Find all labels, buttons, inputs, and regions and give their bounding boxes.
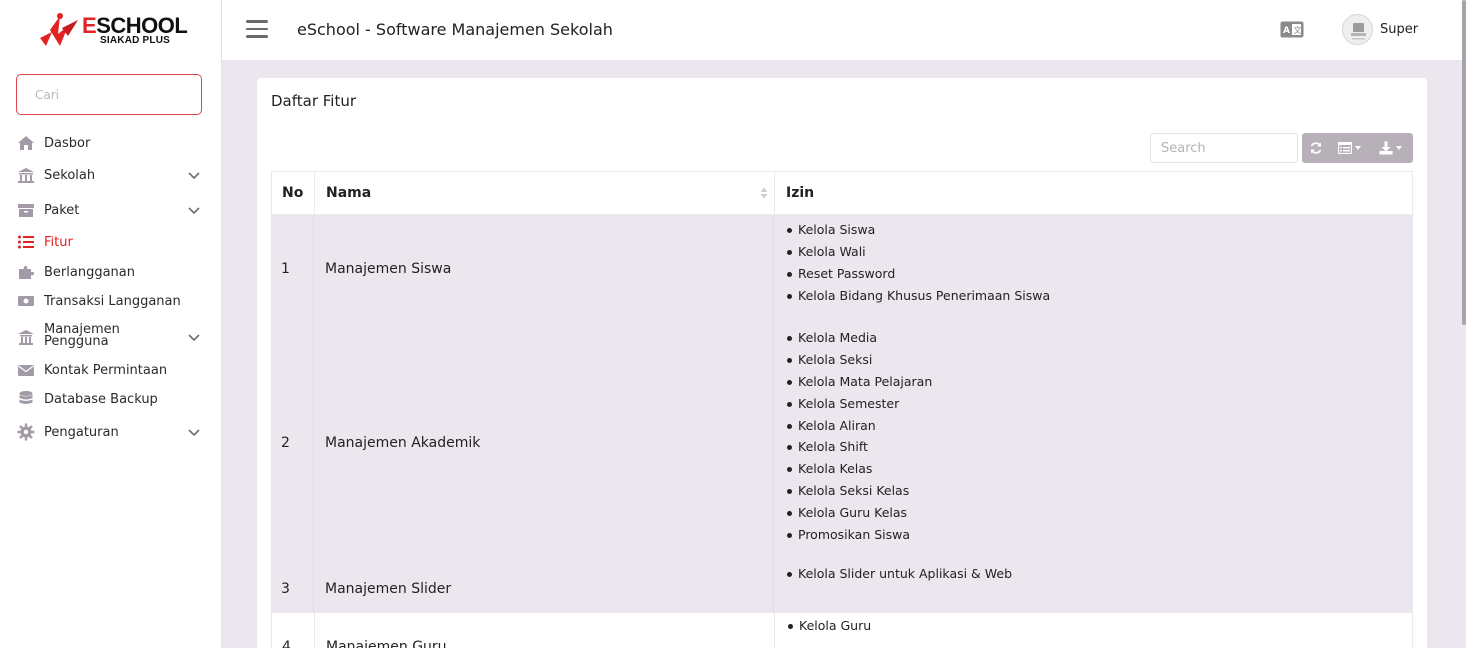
column-header-izin[interactable]: Izin — [786, 172, 814, 214]
puzzle-icon — [17, 263, 35, 281]
list-item: Kelola Slider untuk Aplikasi & Web — [786, 563, 1012, 585]
top-header: eSchool - Software Manajemen Sekolah A 文… — [222, 0, 1466, 60]
sidebar-search-input[interactable] — [16, 74, 202, 115]
sort-icon[interactable] — [760, 187, 768, 199]
column-header-no[interactable]: No — [282, 172, 303, 214]
card-title: Daftar Fitur — [271, 92, 357, 110]
sidebar-item-fitur[interactable]: Fitur — [0, 227, 222, 257]
table-header: No Nama Izin — [271, 171, 1413, 215]
sidebar-item-label: Paket — [44, 202, 80, 218]
permission-list: Kelola Slider untuk Aplikasi & Web — [786, 563, 1012, 585]
row-name: Manajemen Siswa — [325, 261, 452, 277]
sidebar-item-label: Berlangganan — [44, 264, 135, 280]
list-item: Kelola Guru — [787, 615, 871, 637]
list-item: Kelola Shift — [786, 436, 932, 458]
svg-text:A: A — [1283, 26, 1290, 36]
svg-text:文: 文 — [1294, 25, 1302, 35]
sidebar-item-database-backup[interactable]: Database Backup — [0, 384, 222, 414]
menu-toggle-icon[interactable] — [246, 20, 268, 38]
sidebar-item-kontak-permintaan[interactable]: Kontak Permintaan — [0, 355, 222, 385]
sidebar-item-label: Database Backup — [44, 391, 158, 407]
refresh-button[interactable] — [1302, 133, 1330, 163]
row-name: Manajemen Akademik — [325, 435, 481, 451]
home-icon — [17, 134, 35, 152]
permission-list: Kelola Siswa Kelola Wali Reset Password … — [786, 219, 1050, 307]
chevron-down-icon — [188, 172, 200, 180]
chevron-down-icon — [188, 334, 200, 342]
features-card: Daftar Fitur Search No Nama Izin 1 Manaj… — [257, 78, 1427, 648]
gear-icon — [17, 423, 35, 441]
list-item: Kelola Aliran — [786, 415, 932, 437]
sidebar-item-label: Sekolah — [44, 167, 96, 183]
chevron-down-icon — [188, 429, 200, 437]
sidebar-item-berlangganan[interactable]: Berlangganan — [0, 257, 222, 287]
list-item: Kelola Wali — [786, 241, 1050, 263]
school-icon — [17, 166, 35, 184]
sidebar-item-label: Manajemen Pengguna — [44, 322, 120, 349]
export-icon — [1379, 141, 1393, 155]
sidebar-item-label: Pengaturan — [44, 424, 119, 440]
sidebar-item-manajemen-pengguna[interactable]: Manajemen Pengguna — [0, 322, 222, 352]
money-icon — [17, 292, 35, 310]
refresh-icon — [1310, 142, 1322, 154]
user-name[interactable]: Super — [1380, 22, 1418, 37]
columns-icon — [1337, 142, 1352, 154]
columns-button[interactable] — [1330, 133, 1368, 163]
table-row[interactable]: 2 Manajemen Akademik Kelola Media Kelola… — [271, 325, 1413, 569]
table-toolbar — [1302, 133, 1413, 163]
page-scrollbar[interactable] — [1462, 0, 1466, 325]
logo-mark-icon — [40, 13, 78, 46]
table-row[interactable]: 3 Manajemen Slider Kelola Slider untuk A… — [271, 566, 1413, 613]
row-name: Manajemen Slider — [325, 581, 452, 597]
list-item: Kelola Kelas — [786, 458, 932, 480]
brand-logo[interactable]: ESCHOOL SIAKAD PLUS — [38, 12, 188, 52]
language-icon[interactable]: A 文 — [1280, 21, 1304, 38]
envelope-icon — [17, 361, 35, 379]
sidebar-item-transaksi-langganan[interactable]: Transaksi Langganan — [0, 286, 222, 316]
row-number: 1 — [281, 261, 290, 277]
sidebar-item-label: Transaksi Langganan — [44, 293, 181, 309]
sidebar-item-label: Kontak Permintaan — [44, 362, 168, 378]
brand-subtitle: SIAKAD PLUS — [100, 35, 170, 46]
list-item: Kelola Mata Pelajaran — [786, 371, 932, 393]
permission-list: Kelola Media Kelola Seksi Kelola Mata Pe… — [786, 327, 932, 546]
export-button[interactable] — [1368, 133, 1413, 163]
row-name: Manajemen Guru — [326, 639, 447, 648]
table-search-input[interactable] — [1150, 133, 1298, 163]
table-row[interactable]: 4 Manajemen Guru Kelola Guru — [271, 613, 1413, 648]
list-item: Kelola Bidang Khusus Penerimaan Siswa — [786, 285, 1050, 307]
sidebar-item-paket[interactable]: Paket — [0, 195, 222, 225]
list-item: Kelola Media — [786, 327, 932, 349]
sidebar-item-pengaturan[interactable]: Pengaturan — [0, 417, 222, 447]
sidebar-item-sekolah[interactable]: Sekolah — [0, 160, 222, 190]
sidebar-item-dasbor[interactable]: Dasbor — [0, 128, 222, 158]
list-item: Kelola Seksi — [786, 349, 932, 371]
chevron-down-icon — [188, 207, 200, 215]
table-row[interactable]: 1 Manajemen Siswa Kelola Siswa Kelola Wa… — [271, 215, 1413, 325]
page-title: eSchool - Software Manajemen Sekolah — [297, 20, 613, 39]
row-number: 3 — [281, 581, 290, 597]
list-item: Kelola Seksi Kelas — [786, 480, 932, 502]
list-item: Kelola Guru Kelas — [786, 502, 932, 524]
permission-list: Kelola Guru — [787, 615, 871, 637]
column-header-nama[interactable]: Nama — [326, 172, 371, 214]
users-icon — [17, 328, 35, 346]
avatar[interactable] — [1342, 14, 1373, 45]
sidebar-item-label: Dasbor — [44, 135, 91, 151]
database-icon — [17, 390, 35, 408]
sidebar: ESCHOOL SIAKAD PLUS Dasbor Sekolah Paket — [0, 0, 222, 648]
list-icon — [17, 233, 35, 251]
row-number: 2 — [281, 435, 290, 451]
list-item: Kelola Semester — [786, 393, 932, 415]
list-item: Promosikan Siswa — [786, 524, 932, 546]
list-item: Kelola Siswa — [786, 219, 1050, 241]
sidebar-item-label: Fitur — [44, 234, 73, 250]
archive-icon — [17, 201, 35, 219]
row-number: 4 — [282, 639, 291, 648]
list-item: Reset Password — [786, 263, 1050, 285]
